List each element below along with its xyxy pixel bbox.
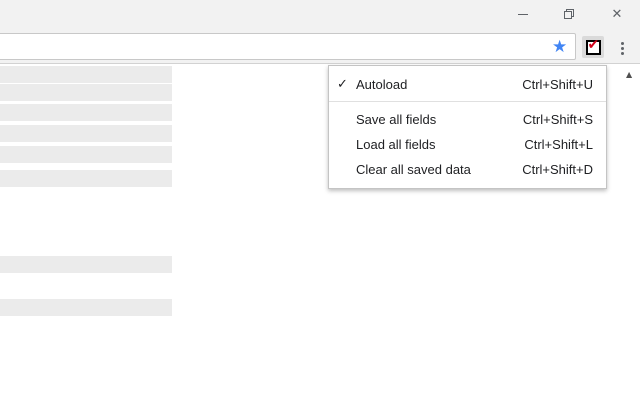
close-icon: ✕ xyxy=(611,6,623,22)
close-button[interactable]: ✕ xyxy=(594,0,640,28)
extension-button[interactable]: ✔ xyxy=(582,36,604,58)
more-vert-icon-dot xyxy=(620,46,624,50)
menu-item-shortcut: Ctrl+Shift+L xyxy=(524,137,593,152)
menu-item-shortcut: Ctrl+Shift+S xyxy=(522,112,593,127)
form-field[interactable] xyxy=(0,256,172,273)
minimize-icon xyxy=(518,13,528,15)
menu-item-shortcut: Ctrl+Shift+U xyxy=(522,77,593,92)
window-title-bar: ✕ xyxy=(0,0,640,28)
address-bar[interactable] xyxy=(0,33,576,60)
menu-item-save-all-fields[interactable]: Save all fields Ctrl+Shift+S xyxy=(329,107,606,132)
menu-item-label: Load all fields xyxy=(356,137,436,152)
checkmark-icon: ✓ xyxy=(337,77,348,92)
star-icon[interactable]: ★ xyxy=(552,37,567,57)
browser-toolbar xyxy=(0,28,640,64)
form-field[interactable] xyxy=(0,170,172,187)
menu-item-clear-all-saved-data[interactable]: Clear all saved data Ctrl+Shift+D xyxy=(329,157,606,182)
minimize-button[interactable] xyxy=(500,0,546,28)
menu-item-shortcut: Ctrl+Shift+D xyxy=(522,162,593,177)
form-saver-extension-icon: ✔ xyxy=(585,36,601,55)
browser-menu-button[interactable] xyxy=(614,38,630,58)
restore-button[interactable] xyxy=(546,0,592,28)
menu-item-load-all-fields[interactable]: Load all fields Ctrl+Shift+L xyxy=(329,132,606,157)
menu-separator xyxy=(329,101,606,102)
form-field[interactable] xyxy=(0,84,172,101)
restore-icon xyxy=(564,9,574,19)
scroll-up-arrow-icon[interactable]: ▲ xyxy=(626,70,632,79)
more-vert-icon xyxy=(620,41,624,45)
form-field[interactable] xyxy=(0,299,172,316)
form-field[interactable] xyxy=(0,146,172,163)
menu-item-label: Save all fields xyxy=(356,112,437,127)
extension-dropdown-menu: ✓ Autoload Ctrl+Shift+U Save all fields … xyxy=(328,65,607,189)
form-field[interactable] xyxy=(0,104,172,121)
form-field[interactable] xyxy=(0,66,172,83)
menu-item-label: Autoload xyxy=(356,77,408,92)
vertical-scrollbar[interactable] xyxy=(624,66,640,400)
more-vert-icon-dot xyxy=(620,51,624,55)
menu-item-label: Clear all saved data xyxy=(356,162,471,177)
form-field[interactable] xyxy=(0,125,172,142)
menu-item-autoload[interactable]: ✓ Autoload Ctrl+Shift+U xyxy=(329,72,606,97)
check-icon: ✔ xyxy=(587,36,600,53)
